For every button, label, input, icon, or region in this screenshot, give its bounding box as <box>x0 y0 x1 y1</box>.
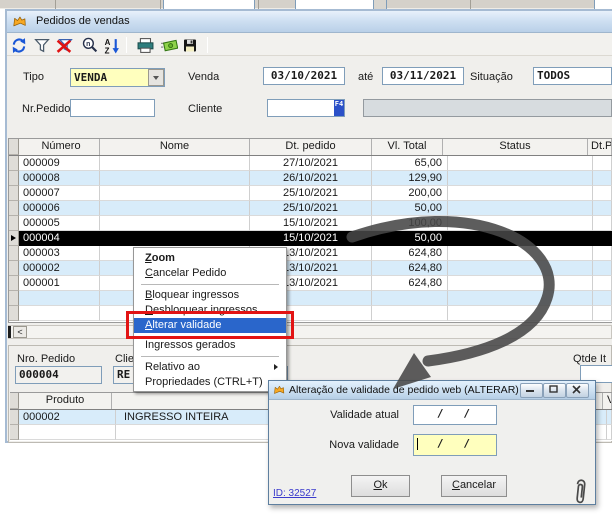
chevron-down-icon <box>153 76 159 80</box>
nr-pedido-label: Nr.Pedido <box>22 103 70 115</box>
venda-label: Venda <box>188 71 219 83</box>
situacao-field[interactable]: TODOS <box>533 67 612 85</box>
date-to-field[interactable]: 03/11/2021 <box>382 67 464 85</box>
menu-separator <box>141 356 279 357</box>
qtde-itens-label: Qtde It <box>573 353 606 365</box>
menu-item-propriedades[interactable]: Propriedades (CTRL+T) <box>134 375 286 390</box>
table-row[interactable]: 00000213/10/2021624,80 <box>9 261 612 276</box>
close-button[interactable] <box>566 383 589 398</box>
col-numero[interactable]: Número <box>19 139 100 155</box>
col-dt-prev[interactable]: Dt.Prev <box>588 139 612 155</box>
print-icon[interactable] <box>136 37 155 54</box>
col-vl-total[interactable]: Vl. Total <box>372 139 443 155</box>
id-link[interactable]: ID: 32527 <box>273 488 316 499</box>
toolbar-separator <box>55 0 56 9</box>
menu-item-cancelar-pedido[interactable]: Cancelar Pedido <box>134 266 286 281</box>
grid-splitter[interactable] <box>8 326 11 338</box>
col-status[interactable]: Status <box>443 139 588 155</box>
toolbar-separator <box>470 0 471 9</box>
alterar-validade-dialog: Alteração de validade de pedido web (ALT… <box>268 380 596 505</box>
filter-clear-icon[interactable] <box>55 37 75 54</box>
minimize-icon <box>521 384 540 395</box>
maximize-button[interactable] <box>543 383 566 398</box>
validade-atual-field[interactable]: / / <box>413 405 497 425</box>
dialog-title: Alteração de validade de pedido web (ALT… <box>289 384 519 396</box>
svg-text:Z: Z <box>105 46 110 54</box>
ok-button[interactable]: Ok <box>351 475 410 497</box>
table-row[interactable]: 00000313/10/2021624,80 <box>9 246 612 261</box>
pay-icon[interactable] <box>160 37 178 54</box>
refresh-icon[interactable] <box>10 37 28 54</box>
menu-item-bloquear-ingressos[interactable]: Bloquear ingressos <box>134 288 286 303</box>
table-row[interactable]: 00000826/10/2021129,90 <box>9 171 612 186</box>
foxpro-icon <box>12 14 28 28</box>
table-row[interactable]: 00000927/10/202165,00 <box>9 156 612 171</box>
validade-atual-label: Validade atual <box>309 409 399 421</box>
table-row[interactable]: 00000625/10/202150,00 <box>9 201 612 216</box>
filter-icon[interactable] <box>33 37 51 54</box>
zoom-icon[interactable]: n <box>81 37 99 54</box>
text-cursor <box>417 438 418 450</box>
menu-item-ingressos-gerados[interactable]: Ingressos gerados <box>134 338 286 353</box>
table-row-empty <box>9 306 612 321</box>
window-title: Pedidos de vendas <box>36 15 130 27</box>
row-pointer-icon <box>11 235 16 241</box>
minimize-button[interactable] <box>520 383 543 398</box>
toolbar-separator <box>258 0 259 9</box>
cliente-label: Cliente <box>188 103 222 115</box>
toolbar-separator <box>126 37 127 53</box>
table-row[interactable]: 00000725/10/2021200,00 <box>9 186 612 201</box>
foxpro-icon <box>273 384 286 395</box>
tipo-label: Tipo <box>23 71 44 83</box>
col-nome[interactable]: Nome <box>100 139 250 155</box>
nro-pedido-label: Nro. Pedido <box>17 353 75 365</box>
red-highlight-annotation <box>126 311 294 339</box>
nro-pedido-field[interactable]: 000004 <box>15 366 102 384</box>
screenshot-canvas: Pedidos de vendas n A Z <box>0 0 612 523</box>
sort-az-icon[interactable]: A Z <box>103 37 121 54</box>
date-from-field[interactable]: 03/10/2021 <box>263 67 345 85</box>
close-icon <box>567 384 586 395</box>
table-row[interactable]: 00000113/10/2021624,80 <box>9 276 612 291</box>
cliente-name-display <box>363 99 612 117</box>
menu-item-relativo-ao[interactable]: Relativo ao <box>134 360 286 375</box>
col-dt-pedido[interactable]: Dt. pedido <box>250 139 372 155</box>
col-produto[interactable]: Produto <box>19 393 112 409</box>
toolbar-separator <box>160 0 161 9</box>
nr-pedido-input[interactable] <box>70 99 155 117</box>
toolbar-separator <box>207 37 208 53</box>
parent-toolbar-strip <box>0 0 612 9</box>
save-icon[interactable] <box>182 37 198 54</box>
selector-header <box>9 139 19 155</box>
orders-table: Número Nome Dt. pedido Vl. Total Status … <box>8 138 612 323</box>
menu-separator <box>141 284 279 285</box>
submenu-arrow-icon <box>274 364 278 370</box>
nova-validade-field[interactable]: / / <box>413 434 497 456</box>
f4-lookup-button[interactable]: F4 <box>334 100 344 116</box>
ate-label: até <box>358 71 373 83</box>
situacao-label: Situação <box>470 71 513 83</box>
nova-validade-label: Nova validade <box>309 439 399 451</box>
col-vl[interactable]: Vl. <box>603 393 612 409</box>
table-header-row: Número Nome Dt. pedido Vl. Total Status … <box>9 139 612 156</box>
maximize-icon <box>544 384 563 395</box>
horizontal-scrollbar[interactable] <box>8 325 612 339</box>
table-row[interactable]: 00000515/10/2021100,00 <box>9 216 612 231</box>
menu-item-zoom[interactable]: Zoom <box>134 251 286 266</box>
paperclip-icon <box>571 477 590 507</box>
tipo-dropdown-button[interactable] <box>148 69 164 86</box>
svg-text:n: n <box>86 41 90 48</box>
table-row-selected[interactable]: 00000415/10/202150,00 <box>9 231 612 246</box>
cancelar-button[interactable]: Cancelar <box>441 475 507 497</box>
scroll-left-button[interactable]: < <box>13 326 27 338</box>
table-row-empty <box>9 291 612 306</box>
